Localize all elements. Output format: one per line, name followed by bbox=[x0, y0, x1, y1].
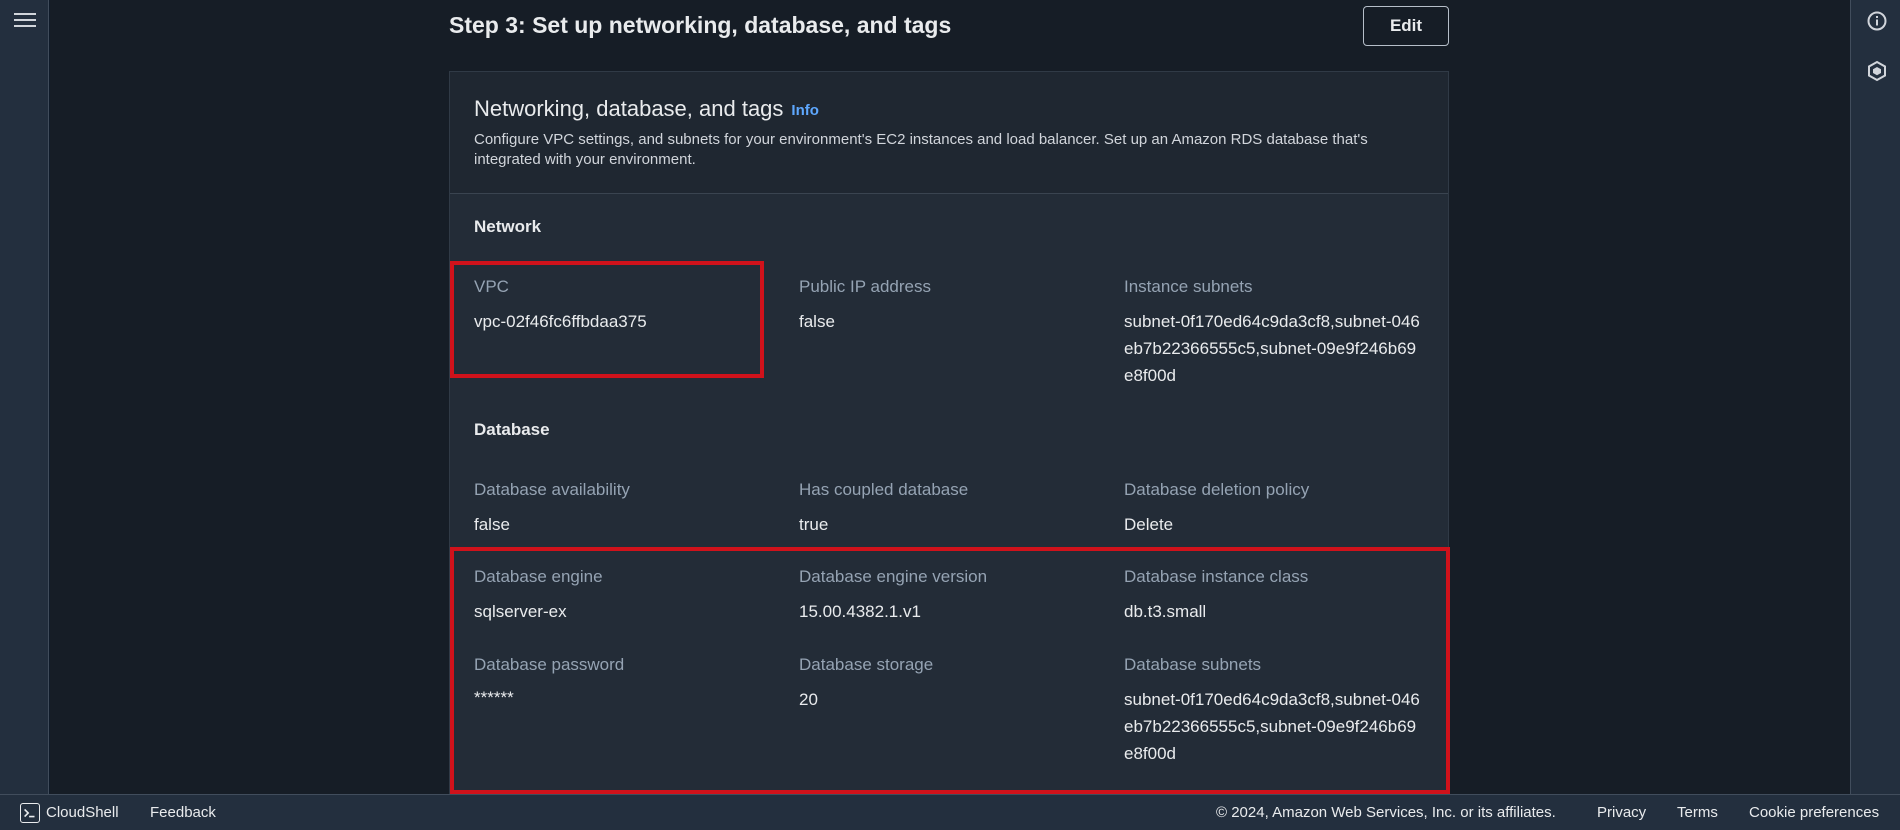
database-password-label: Database password bbox=[474, 655, 625, 674]
coupled-database-value: true bbox=[799, 515, 829, 534]
database-engine-label: Database engine bbox=[474, 567, 603, 586]
main-content: Step 3: Set up networking, database, and… bbox=[50, 0, 1850, 794]
copyright-text: © 2024, Amazon Web Services, Inc. or its… bbox=[1216, 804, 1556, 821]
cloudshell-link[interactable]: CloudShell bbox=[46, 804, 119, 821]
footer-bar: CloudShell Feedback © 2024, Amazon Web S… bbox=[0, 794, 1900, 830]
info-circle-icon[interactable] bbox=[1866, 10, 1888, 32]
hamburger-menu-icon[interactable] bbox=[14, 10, 36, 30]
coupled-database-label: Has coupled database bbox=[799, 480, 969, 499]
step-header: Step 3: Set up networking, database, and… bbox=[449, 6, 1449, 48]
instance-class-value: db.t3.small bbox=[1124, 602, 1207, 621]
left-navigation-rail bbox=[0, 0, 49, 794]
vpc-label: VPC bbox=[474, 277, 509, 296]
right-utility-rail bbox=[1850, 0, 1900, 794]
step-title: Step 3: Set up networking, database, and… bbox=[449, 12, 952, 38]
terminal-icon[interactable] bbox=[20, 803, 40, 823]
public-ip-value: false bbox=[799, 312, 835, 331]
engine-version-label: Database engine version bbox=[799, 567, 988, 586]
deletion-policy-label: Database deletion policy bbox=[1124, 480, 1310, 499]
panel-title: Networking, database, and tags Info bbox=[474, 96, 819, 122]
instance-subnets-value: subnet-0f170ed64c9da3cf8,subnet-046eb7b2… bbox=[1124, 312, 1420, 385]
database-password-value: ****** bbox=[474, 688, 514, 707]
network-heading: Network bbox=[474, 217, 542, 236]
database-subnets-label: Database subnets bbox=[1124, 655, 1262, 674]
terms-link[interactable]: Terms bbox=[1677, 804, 1718, 821]
database-storage-label: Database storage bbox=[799, 655, 934, 674]
database-heading: Database bbox=[474, 420, 550, 439]
engine-version-value: 15.00.4382.1.v1 bbox=[799, 602, 921, 621]
database-storage-value: 20 bbox=[799, 690, 818, 709]
networking-database-panel: Networking, database, and tags Info Confi… bbox=[449, 71, 1450, 794]
cookie-preferences-link[interactable]: Cookie preferences bbox=[1749, 804, 1879, 821]
hexagon-settings-icon[interactable] bbox=[1866, 60, 1888, 82]
database-engine-value: sqlserver-ex bbox=[474, 602, 567, 621]
panel-description: Configure VPC settings, and subnets for … bbox=[474, 131, 1368, 168]
edit-button[interactable]: Edit bbox=[1363, 6, 1449, 46]
info-link[interactable]: Info bbox=[791, 102, 819, 119]
instance-class-label: Database instance class bbox=[1124, 567, 1309, 586]
public-ip-label: Public IP address bbox=[799, 277, 931, 296]
vpc-value: vpc-02f46fc6ffbdaa375 bbox=[474, 312, 647, 331]
privacy-link[interactable]: Privacy bbox=[1597, 804, 1646, 821]
database-subnets-value: subnet-0f170ed64c9da3cf8,subnet-046eb7b2… bbox=[1124, 690, 1420, 763]
database-availability-value: false bbox=[474, 515, 510, 534]
feedback-link[interactable]: Feedback bbox=[150, 804, 216, 821]
panel-header: Networking, database, and tags Info Confi… bbox=[450, 72, 1448, 194]
database-availability-label: Database availability bbox=[474, 480, 630, 499]
panel-title-text: Networking, database, and tags bbox=[474, 96, 784, 121]
deletion-policy-value: Delete bbox=[1124, 515, 1174, 534]
instance-subnets-label: Instance subnets bbox=[1124, 277, 1253, 296]
